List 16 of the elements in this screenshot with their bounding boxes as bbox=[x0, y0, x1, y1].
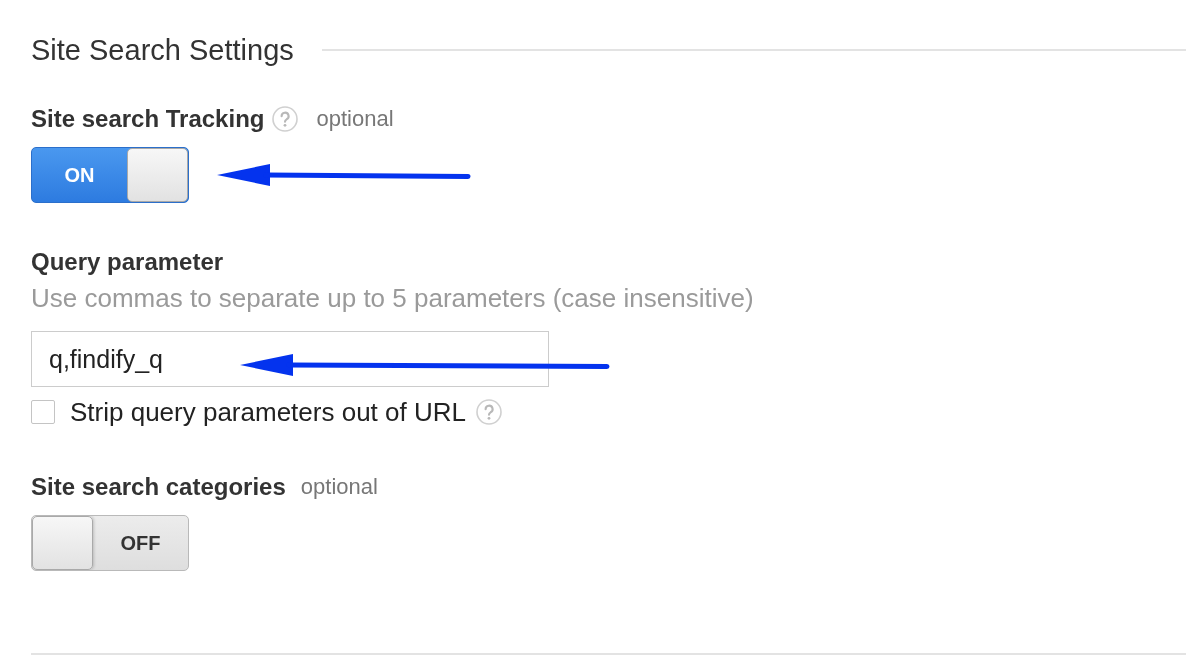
optional-note: optional bbox=[316, 105, 394, 133]
checkbox-label[interactable]: Strip query parameters out of URL bbox=[70, 397, 466, 427]
hint-text: Use commas to separate up to 5 parameters (case insensitive) bbox=[31, 283, 754, 313]
setting-label: Site search Tracking bbox=[31, 105, 265, 133]
help-icon[interactable] bbox=[272, 106, 299, 132]
text-field[interactable]: q,findify_q bbox=[31, 331, 549, 387]
section-title: Site Search Settings bbox=[31, 33, 294, 67]
setting-label: Query parameter bbox=[31, 248, 224, 276]
checkbox[interactable] bbox=[31, 400, 55, 424]
setting-label: Site search categories bbox=[31, 473, 286, 501]
toggle-switch[interactable]: ON bbox=[31, 147, 189, 203]
switch-knob[interactable] bbox=[127, 148, 188, 202]
switch-knob[interactable] bbox=[32, 516, 93, 570]
optional-note: optional bbox=[300, 473, 378, 501]
toggle-switch[interactable]: OFF bbox=[31, 515, 189, 571]
help-icon[interactable] bbox=[475, 399, 502, 425]
